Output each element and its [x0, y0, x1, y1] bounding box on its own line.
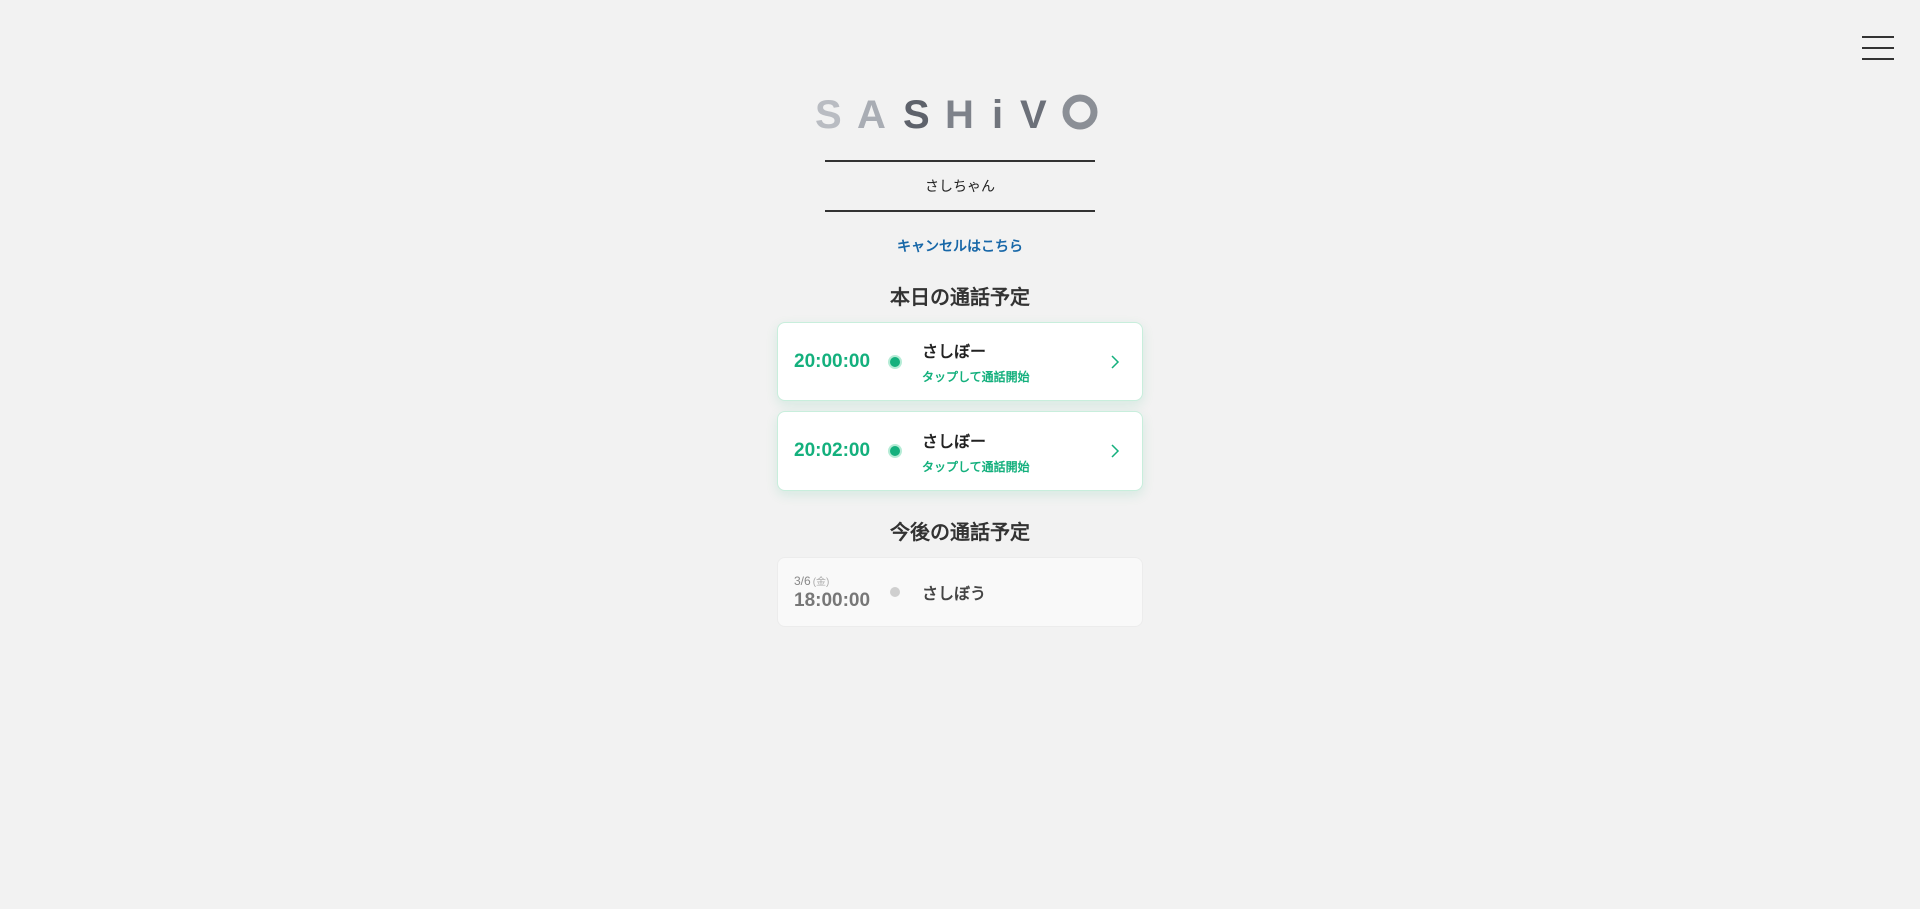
upcoming-date-value: 3/6: [794, 573, 811, 588]
upcoming-section-title: 今後の通話予定: [890, 520, 1030, 544]
call-action-text: タップして通話開始: [922, 370, 1030, 384]
upcoming-time: 18:00:00: [794, 589, 871, 611]
brand-logo: S A S H i V: [0, 92, 1920, 132]
call-info: さしぼー タップして通話開始: [922, 338, 1110, 385]
upcoming-call-card: 3/6 (金) 18:00:00 さしぼう: [777, 557, 1143, 627]
upcoming-date: 3/6 (金): [794, 573, 886, 588]
today-section-title: 本日の通話予定: [890, 285, 1030, 309]
call-time: 20:00:00: [794, 350, 871, 372]
upcoming-datetime: 3/6 (金) 18:00:00: [794, 573, 886, 612]
svg-text:V: V: [1020, 93, 1047, 132]
hamburger-menu-button[interactable]: [1862, 36, 1894, 60]
status-dot-icon: [890, 587, 900, 597]
svg-text:H: H: [945, 93, 974, 132]
user-name: さしちゃん: [925, 179, 995, 195]
caller-name: さしぼー: [922, 431, 987, 451]
user-name-box: さしちゃん: [825, 160, 1095, 212]
cancel-link[interactable]: キャンセルはこちら: [0, 236, 1920, 256]
status-dot-icon: [888, 354, 902, 369]
call-card[interactable]: 20:00:00 さしぼー タップして通話開始: [777, 322, 1143, 401]
svg-text:i: i: [992, 93, 1003, 132]
hamburger-icon-line: [1862, 47, 1894, 49]
svg-text:A: A: [857, 93, 886, 132]
svg-text:S: S: [903, 93, 930, 132]
sashivo-logo-icon: S A S H i V: [815, 93, 1098, 132]
caller-name: さしぼう: [922, 584, 987, 603]
call-time: 20:02:00: [794, 440, 871, 461]
call-card[interactable]: 20:02:00 さしぼー タップして通話開始: [777, 411, 1143, 491]
upcoming-weekday: (金): [812, 576, 830, 588]
chevron-right-icon: [1110, 444, 1120, 458]
page: S A S H i V さしちゃん キャンセルはこちら 本日の通話予定 20:0…: [0, 0, 1920, 909]
svg-text:S: S: [815, 93, 842, 132]
call-info: さしぼー タップして通話開始: [922, 428, 1110, 475]
caller-name: さしぼー: [922, 342, 987, 361]
hamburger-icon-line: [1862, 58, 1894, 60]
call-action-text: タップして通話開始: [922, 459, 1030, 474]
status-dot-icon: [888, 444, 902, 458]
hamburger-icon-line: [1862, 36, 1894, 38]
chevron-right-icon: [1110, 354, 1120, 369]
